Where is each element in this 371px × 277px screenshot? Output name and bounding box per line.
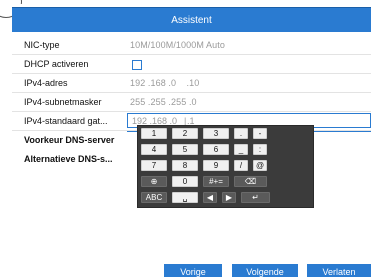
- exit-button[interactable]: Verlaten: [307, 264, 371, 277]
- preferred-dns-label: Voorkeur DNS-server: [24, 135, 115, 145]
- key-abc[interactable]: ABC: [141, 192, 167, 203]
- key-shift-symbols[interactable]: #+=: [203, 176, 229, 187]
- keyboard-row-3: 7 8 9 / @: [141, 160, 310, 173]
- key-colon[interactable]: :: [253, 144, 267, 155]
- key-7[interactable]: 7: [141, 160, 167, 171]
- key-8[interactable]: 8: [172, 160, 198, 171]
- row-nic-type: NIC-type 10M/100M/1000M Auto: [12, 36, 371, 55]
- arrow-left-key-icon[interactable]: ◀: [203, 192, 217, 203]
- key-0[interactable]: 0: [172, 176, 198, 187]
- backspace-key-icon[interactable]: ⌫: [234, 176, 267, 187]
- key-4[interactable]: 4: [141, 144, 167, 155]
- keyboard-row-4: ⊕ 0 #+= ⌫: [141, 176, 310, 189]
- alternate-dns-label: Alternatieve DNS-s...: [24, 154, 113, 164]
- dhcp-label: DHCP activeren: [24, 59, 89, 69]
- assistant-window: Assistent NIC-type 10M/100M/1000M Auto D…: [12, 4, 371, 277]
- key-underscore[interactable]: _: [234, 144, 248, 155]
- ipv4-subnet-label: IPv4-subnetmasker: [24, 97, 102, 107]
- next-button[interactable]: Volgende: [232, 264, 298, 277]
- row-dhcp: DHCP activeren: [12, 55, 371, 74]
- prev-button[interactable]: Vorige: [164, 264, 222, 277]
- row-ipv4-address: IPv4-adres 192 .168 .0 .10: [12, 74, 371, 93]
- enter-key-icon[interactable]: ↵: [241, 192, 270, 203]
- keyboard-row-2: 4 5 6 _ :: [141, 144, 310, 157]
- key-dot[interactable]: .: [234, 128, 248, 139]
- nic-type-label: NIC-type: [24, 40, 60, 50]
- key-slash[interactable]: /: [234, 160, 248, 171]
- key-9[interactable]: 9: [203, 160, 229, 171]
- arrow-right-key-icon[interactable]: ▶: [222, 192, 236, 203]
- keyboard-row-5: ABC ␣ ◀ ▶ ↵: [141, 192, 310, 205]
- ipv4-address-label: IPv4-adres: [24, 78, 68, 88]
- globe-key-icon[interactable]: ⊕: [141, 176, 167, 187]
- title-bar: Assistent: [12, 7, 371, 32]
- key-3[interactable]: 3: [203, 128, 229, 139]
- key-6[interactable]: 6: [203, 144, 229, 155]
- key-5[interactable]: 5: [172, 144, 198, 155]
- row-ipv4-subnet: IPv4-subnetmasker 255 .255 .255 .0: [12, 93, 371, 112]
- ipv4-gateway-label: IPv4-standaard gat...: [24, 116, 108, 126]
- space-key-icon[interactable]: ␣: [172, 192, 198, 203]
- onscreen-keyboard: 1 2 3 . - 4 5 6 _ : 7 8 9 / @ ⊕ 0 #+= ⌫ …: [137, 125, 314, 208]
- key-at[interactable]: @: [253, 160, 267, 171]
- key-2[interactable]: 2: [172, 128, 198, 139]
- ipv4-address-field[interactable]: 192 .168 .0 .10: [130, 78, 199, 88]
- keyboard-row-1: 1 2 3 . -: [141, 128, 310, 141]
- window-title: Assistent: [171, 14, 212, 26]
- key-dash[interactable]: -: [253, 128, 267, 139]
- key-1[interactable]: 1: [141, 128, 167, 139]
- dhcp-checkbox[interactable]: [132, 60, 142, 70]
- ipv4-subnet-field[interactable]: 255 .255 .255 .0: [130, 97, 197, 107]
- nic-type-value: 10M/100M/1000M Auto: [130, 40, 225, 50]
